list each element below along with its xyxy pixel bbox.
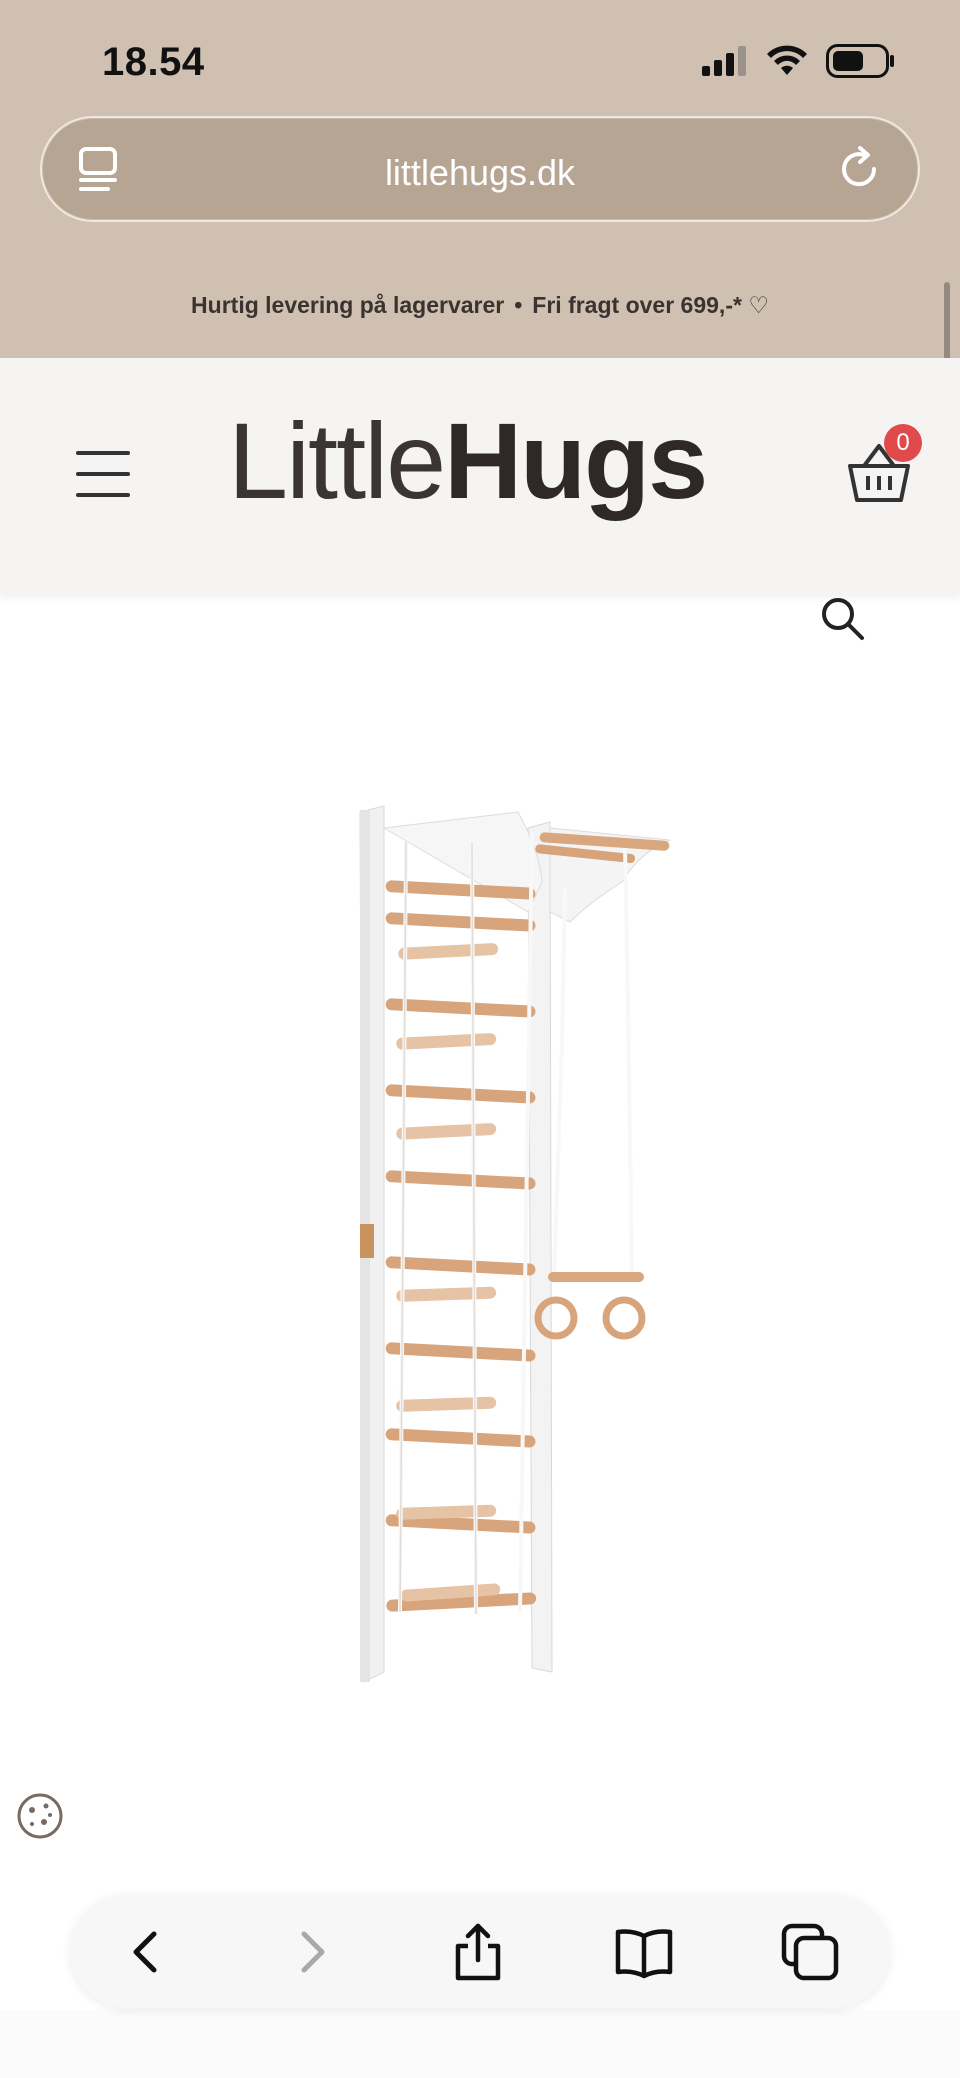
- battery-icon: [826, 44, 894, 78]
- back-icon[interactable]: [116, 1922, 176, 1982]
- promo-delivery: Hurtig levering på lagervarer: [191, 292, 505, 318]
- menu-button[interactable]: [76, 451, 130, 497]
- browser-top-area: 18.54 littlehugs.dk Hurtig levering på l…: [0, 0, 960, 358]
- menu-icon-line: [76, 451, 130, 455]
- content-below-fold: [0, 2010, 960, 2078]
- wifi-icon: [767, 45, 807, 75]
- product-image[interactable]: [340, 792, 690, 1692]
- heart-icon: ♡: [748, 292, 769, 318]
- cart-count-badge: 0: [884, 424, 922, 462]
- bookmarks-icon[interactable]: [614, 1922, 674, 1982]
- share-icon[interactable]: [448, 1922, 508, 1982]
- logo-light: Little: [228, 400, 446, 521]
- page: 18.54 littlehugs.dk Hurtig levering på l…: [0, 0, 960, 2078]
- reload-icon[interactable]: [834, 144, 884, 194]
- site-header: LittleHugs 0: [0, 358, 960, 594]
- cookie-icon[interactable]: [16, 1792, 64, 1840]
- signal-icon: [702, 46, 746, 76]
- tabs-icon[interactable]: [780, 1922, 840, 1982]
- address-bar[interactable]: littlehugs.dk: [40, 116, 920, 222]
- menu-icon-line: [76, 472, 130, 476]
- logo-bold: Hugs: [444, 400, 708, 521]
- status-icons: [702, 44, 896, 78]
- url-text[interactable]: littlehugs.dk: [42, 152, 918, 194]
- promo-separator: •: [514, 292, 523, 318]
- status-time: 18.54: [102, 40, 205, 84]
- promo-banner: Hurtig levering på lagervarer • Fri fragt …: [0, 292, 960, 319]
- search-icon[interactable]: [820, 596, 866, 642]
- browser-toolbar: [70, 1894, 890, 2008]
- forward-icon[interactable]: [282, 1922, 342, 1982]
- site-logo[interactable]: LittleHugs: [228, 398, 708, 523]
- menu-icon-line: [76, 493, 130, 497]
- promo-shipping: Fri fragt over 699,-*: [532, 292, 742, 318]
